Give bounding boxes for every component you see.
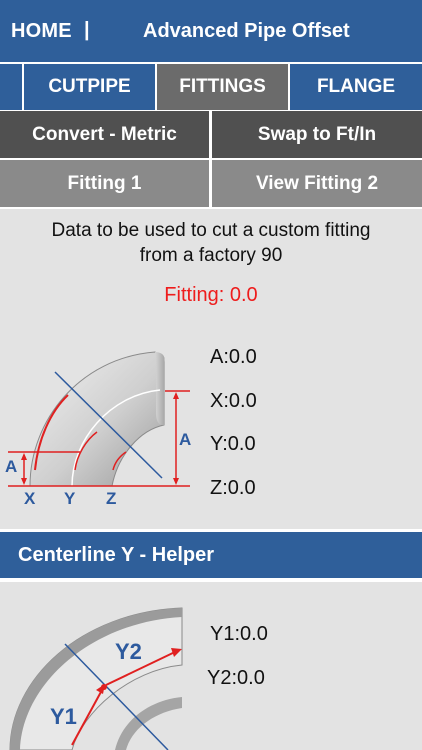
helper-center-point [101,684,107,690]
convert-metric-button[interactable]: Convert - Metric [0,111,209,158]
value-a: A:0.0 [210,346,257,369]
value-a-label: A: [210,346,229,368]
label-y: Y [64,489,76,508]
centerline-helper-diagram: Y2 Y1 [9,607,183,750]
tab-bar: CUTPIPE FITTINGS FLANGE [0,62,422,111]
value-x-number: 0.0 [228,390,257,412]
value-z-number: 0.0 [227,477,256,499]
label-z: Z [106,489,116,508]
description: Data to be used to cut a custom fitting … [0,218,422,268]
section-divider-2 [0,578,422,582]
label-a-right: A [179,430,191,449]
a-right-arrow-head-bottom [173,478,179,485]
tab-flange[interactable]: FLANGE [290,64,422,110]
header-separator: | [84,19,90,41]
label-y2: Y2 [115,639,142,664]
swap-units-button[interactable]: Swap to Ft/In [212,111,422,158]
a-right-arrow-head-top [173,392,179,399]
page-title: Advanced Pipe Offset [143,20,350,42]
a-left-arrow-head-top [21,453,27,460]
value-x: X:0.0 [210,390,257,413]
tab-edge [0,64,22,110]
helper-section-header: Centerline Y - Helper [0,532,422,578]
value-x-label: X: [210,390,229,412]
elbow-end-face [155,352,165,426]
value-y2: Y2:0.0 [207,667,265,690]
home-button[interactable]: HOME [11,20,72,43]
value-y-number: 0.0 [227,433,256,455]
value-y2-number: 0.0 [237,667,265,689]
fitting1-button[interactable]: Fitting 1 [0,160,209,207]
value-z: Z:0.0 [210,477,256,500]
value-y1-number: 0.0 [240,623,268,645]
value-y1-label: Y1: [210,623,241,645]
description-line-1: Data to be used to cut a custom fitting [51,220,371,241]
value-y: Y:0.0 [210,433,256,456]
tab-fittings[interactable]: FITTINGS [157,64,288,110]
value-z-label: Z: [210,477,228,499]
value-y-label: Y: [210,433,228,455]
description-line-2: from a factory 90 [139,245,283,266]
tab-cutpipe[interactable]: CUTPIPE [24,64,155,110]
fitting-result: Fitting: 0.0 [164,284,258,306]
view-fitting2-button[interactable]: View Fitting 2 [212,160,422,207]
a-left-arrow-head-bottom [21,478,27,485]
button-row-2: Fitting 1 View Fitting 2 [0,160,422,209]
label-x: X [24,489,36,508]
app-header: HOME | Advanced Pipe Offset [0,0,422,62]
value-y1: Y1:0.0 [210,623,268,646]
label-y1: Y1 [50,704,77,729]
label-a-left: A [5,457,17,476]
elbow-dimension-diagram: A A X Y Z [5,351,191,508]
button-row-1: Convert - Metric Swap to Ft/In [0,111,422,160]
value-a-number: 0.0 [228,346,257,368]
value-y2-label: Y2: [207,667,238,689]
